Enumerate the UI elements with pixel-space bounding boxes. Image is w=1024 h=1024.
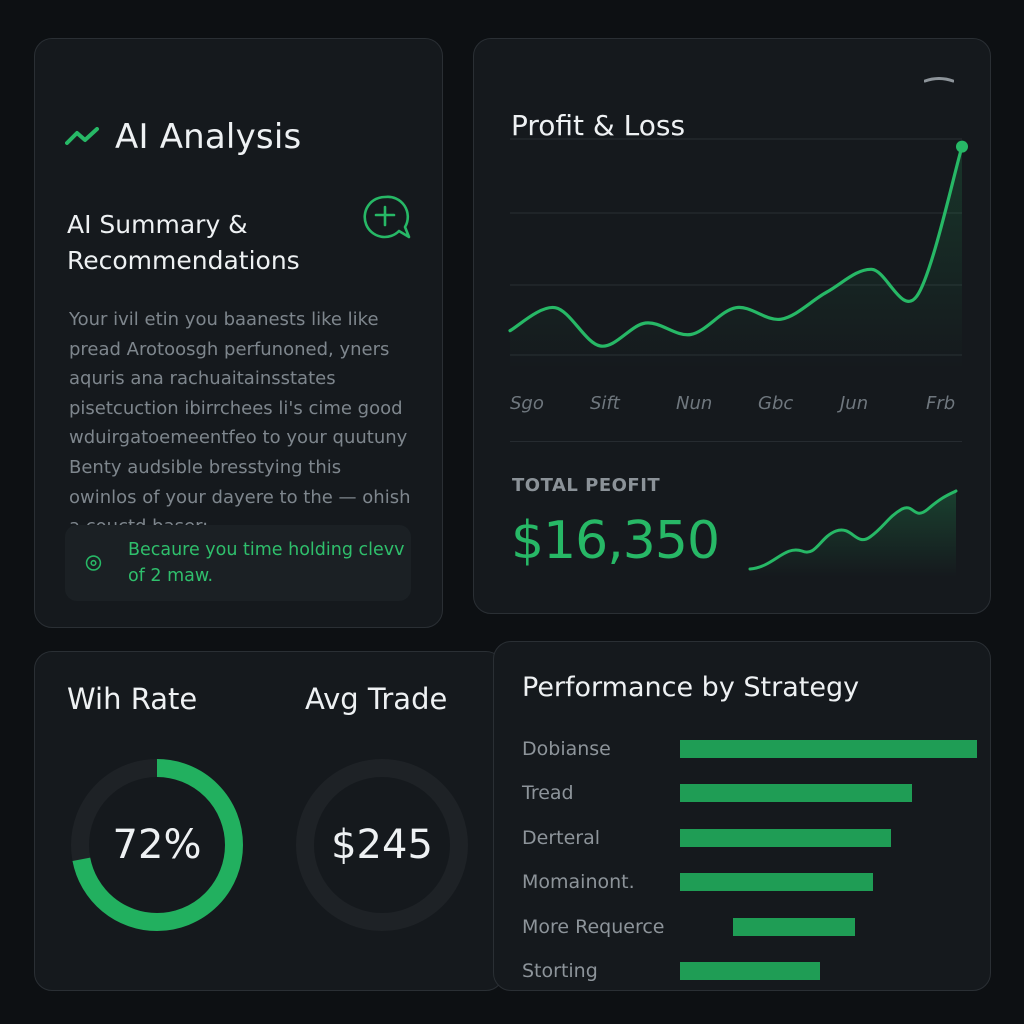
strategy-label: More Requerce bbox=[522, 915, 665, 938]
recommendation-text: Becaure you time holding clevv of 2 maw. bbox=[127, 540, 405, 586]
avg-trade-label: Avg Trade bbox=[305, 682, 448, 716]
x-tick-label: Jun bbox=[840, 393, 869, 414]
strategy-label: Dobianse bbox=[522, 738, 611, 760]
divider bbox=[510, 441, 962, 442]
performance-title: Performance by Strategy bbox=[522, 672, 860, 703]
stats-card: Wih Rate 72% Avg Trade $245 bbox=[34, 651, 504, 991]
win-rate-label: Wih Rate bbox=[67, 682, 198, 716]
strategy-row: Tread bbox=[522, 782, 982, 808]
strategy-row: Dobianse bbox=[522, 738, 982, 764]
strategy-bar bbox=[680, 873, 874, 892]
strategy-row: Momainont. bbox=[522, 871, 982, 897]
strategy-bar bbox=[733, 917, 856, 936]
profit-loss-chart bbox=[508, 138, 968, 369]
add-chat-icon[interactable] bbox=[357, 189, 415, 247]
profit-endpoint bbox=[956, 140, 968, 153]
total-profit-value: $16,350 bbox=[511, 511, 720, 571]
ai-analysis-title: AI Analysis bbox=[115, 117, 302, 157]
total-profit-label: TOTAL PEOFIT bbox=[512, 475, 661, 496]
win-rate-value: 72% bbox=[112, 822, 202, 868]
ai-analysis-header: AI Analysis bbox=[65, 117, 301, 157]
strategy-bar bbox=[680, 828, 891, 847]
trend-icon bbox=[65, 127, 99, 145]
summary-heading: AI Summary & Recommendations bbox=[67, 210, 300, 275]
strategy-row: Storting bbox=[522, 960, 982, 986]
x-tick-label: Gbc bbox=[758, 393, 794, 414]
ai-analysis-card: AI Analysis AI Summary & Recommendations… bbox=[34, 38, 443, 628]
strategy-bar bbox=[680, 962, 820, 980]
strategy-row: Derteral bbox=[522, 827, 982, 853]
strategy-label: Storting bbox=[522, 960, 598, 982]
strategy-label: Momainont. bbox=[522, 871, 635, 894]
profit-sparkline bbox=[748, 489, 958, 577]
strategy-label: Derteral bbox=[522, 826, 601, 849]
avg-trade-ring: $245 bbox=[293, 756, 471, 934]
target-icon bbox=[85, 555, 102, 571]
strategy-bar bbox=[680, 740, 977, 758]
x-tick-label: Sift bbox=[590, 393, 620, 414]
x-tick-label: Nun bbox=[676, 393, 713, 414]
x-tick-label: Sgo bbox=[510, 393, 544, 414]
performance-card: Performance by Strategy Dobianse Tread Der… bbox=[493, 641, 991, 991]
x-tick-label: Frb bbox=[926, 393, 956, 414]
strategy-label: Tread bbox=[522, 782, 574, 805]
recommendation-callout: Becaure you time holding clevv of 2 maw. bbox=[65, 525, 411, 601]
profit-area bbox=[510, 146, 962, 369]
strategy-bar bbox=[680, 784, 912, 803]
profit-loss-card: Profit & Loss Sgo Sift Nun Gbc Jun Frb TOTAL … bbox=[473, 38, 991, 614]
avg-trade-value: $245 bbox=[331, 822, 433, 868]
win-rate-ring: 72% bbox=[68, 756, 246, 934]
summary-text: Your ivil etin you baanests like like pr… bbox=[69, 309, 411, 537]
strategy-row: More Requerce bbox=[522, 916, 982, 942]
